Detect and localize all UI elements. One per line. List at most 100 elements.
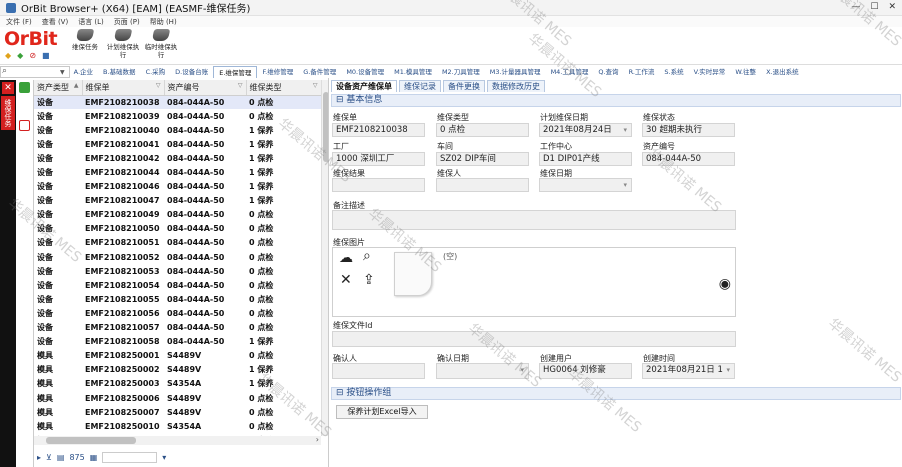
- table-row[interactable]: 模具 EMF2108250006 S4489V 0 点检: [34, 391, 321, 405]
- table-row[interactable]: 设备 EMF2108210038 084-044A-50 0 点检: [34, 95, 321, 110]
- cloud-download-icon[interactable]: ☁: [339, 250, 353, 266]
- tab-w[interactable]: W.往整: [730, 66, 761, 78]
- col-asset-no[interactable]: 资产编号 ▽: [164, 80, 247, 96]
- vertical-tab-maintenance[interactable]: 维保任务: [1, 96, 15, 130]
- tab-repair-mgmt[interactable]: F.维修管理: [257, 66, 298, 78]
- expand-icon[interactable]: ▸: [37, 453, 41, 462]
- tab-workflow[interactable]: R.工作流: [624, 66, 660, 78]
- field-result[interactable]: [332, 178, 425, 192]
- table-row[interactable]: 设备 EMF2108210046 084-044A-50 1 保养: [34, 180, 321, 194]
- export-icon[interactable]: ▦: [90, 453, 98, 462]
- col-asset-type[interactable]: 资产类型 ▲: [34, 80, 83, 96]
- field-plan-date[interactable]: 2021年08月24日 ▾: [539, 123, 632, 137]
- tab-asset-order[interactable]: 设备资产维保单: [331, 80, 397, 92]
- filter-funnel-icon[interactable]: ⊻: [46, 453, 52, 462]
- table-row[interactable]: 模具 EMF2108250001 S4489V 0 点检: [34, 349, 321, 363]
- section-button-group[interactable]: ⊟ 按钮操作组: [331, 387, 901, 400]
- maximize-button[interactable]: ☐: [870, 2, 878, 12]
- eye-icon[interactable]: ◉: [719, 276, 731, 292]
- tab-query[interactable]: Q.查询: [593, 66, 623, 78]
- table-row[interactable]: 设备 EMF2108210039 084-044A-50 0 点检: [34, 109, 321, 123]
- grid-horizontal-scrollbar[interactable]: ›: [34, 435, 321, 445]
- magnifier-icon[interactable]: ⌕: [363, 248, 371, 264]
- panel-icon[interactable]: [19, 120, 30, 131]
- upload-icon[interactable]: ⇪: [363, 272, 375, 288]
- field-created[interactable]: 2021年08月21日 1 ▾: [642, 363, 735, 379]
- field-file-id[interactable]: [332, 331, 736, 347]
- planned-maintenance-button[interactable]: 计划维保执行: [106, 29, 140, 59]
- field-workcenter[interactable]: D1 DIP01产线: [539, 152, 632, 166]
- settings-icon[interactable]: ▾: [162, 453, 166, 462]
- field-creator[interactable]: HG0064 刘修豪: [539, 363, 632, 379]
- table-row[interactable]: 设备 EMF2108210049 084-044A-50 0 点检: [34, 208, 321, 222]
- tab-maintenance-mgmt[interactable]: E.维保管理: [213, 66, 258, 78]
- tab-part-replace[interactable]: 备件更换: [443, 80, 485, 92]
- temp-maintenance-button[interactable]: 临时维保执行: [144, 29, 178, 59]
- menu-help[interactable]: 帮助 (H): [150, 17, 177, 27]
- tab-base-data[interactable]: B.基础数据: [98, 66, 141, 78]
- section-basic-info[interactable]: ⊟ 基本信息: [331, 94, 901, 107]
- table-row[interactable]: 模具 EMF2108250010 S4354A 0 点检: [34, 419, 321, 433]
- menu-page[interactable]: 页面 (P): [114, 17, 140, 27]
- back-icon[interactable]: ◆: [5, 51, 11, 60]
- minimize-button[interactable]: —: [851, 2, 860, 12]
- field-maint-date[interactable]: ▾: [539, 178, 632, 192]
- tab-realtime-alarm[interactable]: V.实时异常: [689, 66, 731, 78]
- table-row[interactable]: 设备 EMF2108210056 084-044A-50 0 点检: [34, 306, 321, 320]
- delete-icon[interactable]: ✕: [340, 272, 352, 288]
- stop-icon[interactable]: ⊘: [29, 51, 36, 60]
- table-row[interactable]: 设备 EMF2108210052 084-044A-50 0 点检: [34, 250, 321, 264]
- field-factory[interactable]: 1000 深圳工厂: [332, 152, 425, 166]
- field-confirm-date[interactable]: ▾: [436, 363, 529, 379]
- tab-tool-mgmt[interactable]: M2.刀具管理: [437, 66, 485, 78]
- table-row[interactable]: 设备 EMF2108210057 084-044A-50 0 点检: [34, 321, 321, 335]
- field-confirmer[interactable]: [332, 363, 425, 379]
- tab-utensil-mgmt[interactable]: M4.工具管理: [546, 66, 594, 78]
- chevron-down-icon[interactable]: ▼: [60, 69, 65, 76]
- tab-mold-mgmt[interactable]: M1.模具管理: [389, 66, 437, 78]
- tab-spare-parts[interactable]: G.备件管理: [298, 66, 341, 78]
- table-row[interactable]: 设备 EMF2108210051 084-044A-50 0 点检: [34, 236, 321, 250]
- field-asset-no[interactable]: 084-044A-50: [642, 152, 735, 166]
- close-window-button[interactable]: ✕: [888, 2, 896, 12]
- table-row[interactable]: 设备 EMF2108210044 084-044A-50 1 保养: [34, 165, 321, 179]
- field-person[interactable]: [436, 178, 529, 192]
- col-order[interactable]: 维保单 ▽: [82, 80, 165, 96]
- tab-maint-record[interactable]: 维保记录: [399, 80, 441, 92]
- table-row[interactable]: 设备 EMF2108210054 084-044A-50 0 点检: [34, 278, 321, 292]
- close-icon[interactable]: ✕: [2, 82, 14, 94]
- excel-import-button[interactable]: 保养计划Excel导入: [336, 405, 428, 419]
- tab-system[interactable]: S.系统: [659, 66, 688, 78]
- maintenance-task-button[interactable]: 维保任务: [68, 29, 102, 59]
- table-row[interactable]: 设备 EMF2108210047 084-044A-50 1 保养: [34, 194, 321, 208]
- table-row[interactable]: 设备 EMF2108210053 084-044A-50 0 点检: [34, 264, 321, 278]
- field-type[interactable]: 0 点检: [436, 123, 529, 137]
- table-row[interactable]: 模具 EMF2108250002 S4489V 1 保养: [34, 363, 321, 377]
- col-maint-type[interactable]: 维保类型 ▽: [246, 80, 321, 96]
- forward-icon[interactable]: ◆: [17, 51, 23, 60]
- tab-enterprise[interactable]: A.企业: [69, 66, 98, 78]
- tab-equipment-mgmt[interactable]: M0.设备管理: [341, 66, 389, 78]
- field-status[interactable]: 30 超期未执行: [642, 123, 735, 137]
- status-input[interactable]: [102, 452, 158, 463]
- tab-data-history[interactable]: 数据修改历史: [487, 80, 545, 92]
- field-order[interactable]: EMF2108210038: [332, 123, 425, 137]
- menu-view[interactable]: 查看 (V): [42, 17, 68, 27]
- field-remark[interactable]: [332, 210, 736, 230]
- table-row[interactable]: 设备 EMF2108210041 084-044A-50 1 保养: [34, 137, 321, 151]
- table-row[interactable]: 模具 EMF2108250007 S4489V 0 点检: [34, 405, 321, 419]
- refresh-icon[interactable]: [19, 82, 30, 93]
- table-row[interactable]: 设备 EMF2108210055 084-044A-50 0 点检: [34, 292, 321, 306]
- tab-gauge-mgmt[interactable]: M3.计量器具管理: [485, 66, 546, 78]
- tab-equipment-ledger[interactable]: D.设备台账: [170, 66, 213, 78]
- table-row[interactable]: 设备 EMF2108210042 084-044A-50 1 保养: [34, 151, 321, 165]
- tab-exit[interactable]: X.退出系统: [761, 66, 804, 78]
- field-workshop[interactable]: SZ02 DIP车间: [436, 152, 529, 166]
- tab-purchase[interactable]: C.采购: [141, 66, 171, 78]
- table-row[interactable]: 设备 EMF2108210040 084-044A-50 1 保养: [34, 123, 321, 137]
- table-row[interactable]: 模具 EMF2108250003 S4354A 1 保养: [34, 377, 321, 391]
- menu-file[interactable]: 文件 (F): [6, 17, 32, 27]
- table-row[interactable]: 设备 EMF2108210058 084-044A-50 1 保养: [34, 335, 321, 349]
- table-row[interactable]: 设备 EMF2108210050 084-044A-50 0 点检: [34, 222, 321, 236]
- menu-language[interactable]: 语言 (L): [78, 17, 104, 27]
